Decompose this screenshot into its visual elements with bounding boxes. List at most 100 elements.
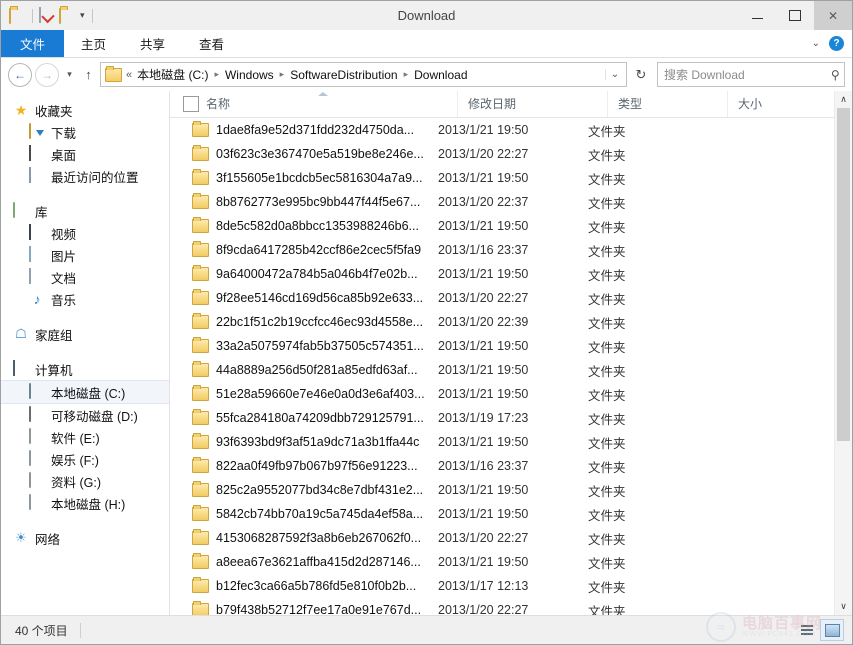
up-button[interactable]: ↑ bbox=[80, 67, 97, 82]
folder-icon bbox=[192, 577, 209, 593]
scroll-down-button[interactable]: ∨ bbox=[835, 598, 852, 615]
maximize-button[interactable] bbox=[776, 1, 814, 30]
recent-places-icon bbox=[29, 167, 45, 184]
breadcrumb-overflow-icon[interactable]: « bbox=[125, 69, 136, 81]
tab-share[interactable]: 共享 bbox=[123, 30, 182, 57]
table-row[interactable]: 33a2a5075974fab5b37505c574351... 2013/1/2… bbox=[170, 334, 852, 358]
column-header-type[interactable]: 类型 bbox=[608, 91, 728, 117]
breadcrumb-item-windows[interactable]: Windows bbox=[224, 68, 275, 82]
table-row[interactable]: 93f6393bd9f3af51a9dc71a3b1ffa44c 2013/1/2… bbox=[170, 430, 852, 454]
table-row[interactable]: 22bc1f51c2b19ccfcc46ec93d4558e... 2013/1/… bbox=[170, 310, 852, 334]
scrollbar-track[interactable] bbox=[835, 108, 852, 598]
tab-view[interactable]: 查看 bbox=[182, 30, 241, 57]
sidebar-item-drive-e[interactable]: 软件 (E:) bbox=[1, 426, 169, 448]
sidebar-item-desktop[interactable]: 桌面 bbox=[1, 143, 169, 165]
back-button[interactable]: ← bbox=[8, 62, 32, 87]
sidebar-item-drive-c[interactable]: 本地磁盘 (C:) bbox=[1, 380, 169, 404]
table-row[interactable]: b79f438b52712f7ee17a0e91e767d... 2013/1/2… bbox=[170, 598, 852, 615]
table-row[interactable]: 8b8762773e995bc9bb447f44f5e67... 2013/1/2… bbox=[170, 190, 852, 214]
sidebar-item-music[interactable]: ♪ 音乐 bbox=[1, 288, 169, 310]
sidebar-item-drive-g[interactable]: 资料 (G:) bbox=[1, 470, 169, 492]
customize-chevron-icon[interactable]: ▾ bbox=[79, 11, 86, 20]
table-row[interactable]: 1dae8fa9e52d371fdd232d4750da... 2013/1/21… bbox=[170, 118, 852, 142]
file-date-cell: 2013/1/20 22:27 bbox=[438, 147, 529, 161]
column-header-name[interactable]: 名称 bbox=[206, 91, 458, 117]
file-name-cell: 9f28ee5146cd169d56ca85b92e633... bbox=[216, 291, 424, 305]
music-icon: ♪ bbox=[33, 291, 41, 307]
sidebar-item-pictures[interactable]: 图片 bbox=[1, 244, 169, 266]
large-icons-view-button[interactable] bbox=[820, 619, 844, 641]
address-dropdown-chevron-icon[interactable]: ⌄ bbox=[605, 69, 624, 80]
scrollbar-thumb[interactable] bbox=[837, 108, 850, 442]
sidebar-item-recent-places[interactable]: 最近访问的位置 bbox=[1, 165, 169, 187]
folder-icon bbox=[192, 385, 209, 401]
qat-divider-2 bbox=[91, 8, 93, 23]
table-row[interactable]: b12fec3ca66a5b786fd5e810f0b2b... 2013/1/1… bbox=[170, 574, 852, 598]
sidebar-item-drive-f[interactable]: 娱乐 (F:) bbox=[1, 448, 169, 470]
table-row[interactable]: 9f28ee5146cd169d56ca85b92e633... 2013/1/2… bbox=[170, 286, 852, 310]
breadcrumb-item-softwaredistribution[interactable]: SoftwareDistribution bbox=[289, 68, 398, 82]
search-input[interactable]: 搜索 Download bbox=[664, 66, 831, 83]
properties-icon[interactable] bbox=[39, 7, 56, 24]
breadcrumb-item-drive[interactable]: 本地磁盘 (C:) bbox=[136, 66, 209, 83]
vertical-scrollbar[interactable]: ∧ ∨ bbox=[834, 91, 852, 615]
table-row[interactable]: 9a64000472a784b5a046b4f7e02b... 2013/1/21… bbox=[170, 262, 852, 286]
sidebar-group-computer[interactable]: 计算机 bbox=[1, 358, 169, 380]
table-row[interactable]: 8f9cda6417285b42ccf86e2cec5f5fa9 2013/1/1… bbox=[170, 238, 852, 262]
new-folder-icon[interactable] bbox=[59, 7, 76, 24]
table-row[interactable]: 8de5c582d0a8bbcc1353988246b6... 2013/1/21… bbox=[170, 214, 852, 238]
tab-file[interactable]: 文件 bbox=[1, 30, 65, 57]
sidebar-group-favorites[interactable]: ★ 收藏夹 bbox=[1, 99, 169, 121]
file-type-cell: 文件夹 bbox=[588, 244, 626, 259]
breadcrumb-item-download[interactable]: Download bbox=[413, 68, 468, 82]
column-header-date[interactable]: 修改日期 bbox=[458, 91, 608, 117]
close-button[interactable]: ✕ bbox=[814, 1, 852, 30]
table-row[interactable]: 55fca284180a74209dbb729125791... 2013/1/1… bbox=[170, 406, 852, 430]
address-bar: ← → ▾ ↑ « 本地磁盘 (C:) ▸ Windows ▸ Software… bbox=[1, 58, 852, 91]
window-title: Download bbox=[397, 8, 456, 23]
folder-icon[interactable] bbox=[9, 7, 26, 24]
expand-ribbon-chevron-icon[interactable]: ⌄ bbox=[812, 38, 820, 49]
sidebar-group-libraries[interactable]: 库 bbox=[1, 200, 169, 222]
details-view-button[interactable] bbox=[796, 620, 818, 640]
file-date-cell: 2013/1/17 12:13 bbox=[438, 579, 529, 593]
scroll-up-button[interactable]: ∧ bbox=[835, 91, 852, 108]
table-row[interactable]: 5842cb74bb70a19c5a745da4ef58a... 2013/1/2… bbox=[170, 502, 852, 526]
table-row[interactable]: 03f623c3e367470e5a519be8e246e... 2013/1/2… bbox=[170, 142, 852, 166]
search-icon[interactable]: ⚲ bbox=[831, 68, 840, 82]
refresh-icon[interactable]: ↻ bbox=[630, 67, 652, 83]
file-name-cell: 44a8889a256d50f281a85edfd63af... bbox=[216, 363, 418, 377]
table-row[interactable]: 44a8889a256d50f281a85edfd63af... 2013/1/2… bbox=[170, 358, 852, 382]
sidebar-item-drive-d[interactable]: 可移动磁盘 (D:) bbox=[1, 404, 169, 426]
table-row[interactable]: 3f155605e1bcdcb5ec5816304a7a9... 2013/1/2… bbox=[170, 166, 852, 190]
file-name-cell: 4153068287592f3a8b6eb267062f0... bbox=[216, 531, 422, 545]
library-icon bbox=[13, 202, 29, 219]
forward-button[interactable]: → bbox=[35, 62, 59, 87]
table-row[interactable]: 825c2a9552077bd34c8e7dbf431e2... 2013/1/2… bbox=[170, 478, 852, 502]
table-row[interactable]: 822aa0f49fb97b067b97f56e91223... 2013/1/1… bbox=[170, 454, 852, 478]
sidebar-item-downloads[interactable]: 下载 bbox=[1, 121, 169, 143]
help-icon[interactable]: ? bbox=[829, 36, 844, 51]
sidebar-group-homegroup[interactable]: ☖ 家庭组 bbox=[1, 323, 169, 345]
recent-locations-chevron-icon[interactable]: ▾ bbox=[62, 69, 77, 80]
sidebar-item-videos[interactable]: 视频 bbox=[1, 222, 169, 244]
search-box[interactable]: 搜索 Download ⚲ bbox=[657, 62, 845, 87]
sidebar-item-documents[interactable]: 文档 bbox=[1, 266, 169, 288]
sidebar-item-drive-h[interactable]: 本地磁盘 (H:) bbox=[1, 492, 169, 514]
table-row[interactable]: a8eea67e3621affba415d2d287146... 2013/1/2… bbox=[170, 550, 852, 574]
file-type-cell: 文件夹 bbox=[588, 196, 626, 211]
file-name-cell: 822aa0f49fb97b067b97f56e91223... bbox=[216, 459, 418, 473]
select-all-checkbox[interactable] bbox=[183, 96, 199, 112]
file-date-cell: 2013/1/20 22:27 bbox=[438, 291, 529, 305]
tab-home[interactable]: 主页 bbox=[64, 30, 123, 57]
window-body: ★ 收藏夹 下载 桌面 最近访问的位置 库 视频 图片 文档 ♪ 音乐 ☖ 家庭… bbox=[1, 91, 852, 615]
minimize-button[interactable] bbox=[738, 1, 776, 30]
sidebar-group-network[interactable]: ☀ 网络 bbox=[1, 527, 169, 549]
table-row[interactable]: 4153068287592f3a8b6eb267062f0... 2013/1/2… bbox=[170, 526, 852, 550]
file-type-cell: 文件夹 bbox=[588, 556, 626, 571]
folder-icon bbox=[192, 145, 209, 161]
column-header-size[interactable]: 大小 bbox=[728, 91, 848, 117]
system-drive-icon bbox=[29, 383, 45, 400]
breadcrumb-bar[interactable]: « 本地磁盘 (C:) ▸ Windows ▸ SoftwareDistribu… bbox=[100, 62, 627, 87]
table-row[interactable]: 51e28a59660e7e46e0a0d3e6af403... 2013/1/2… bbox=[170, 382, 852, 406]
